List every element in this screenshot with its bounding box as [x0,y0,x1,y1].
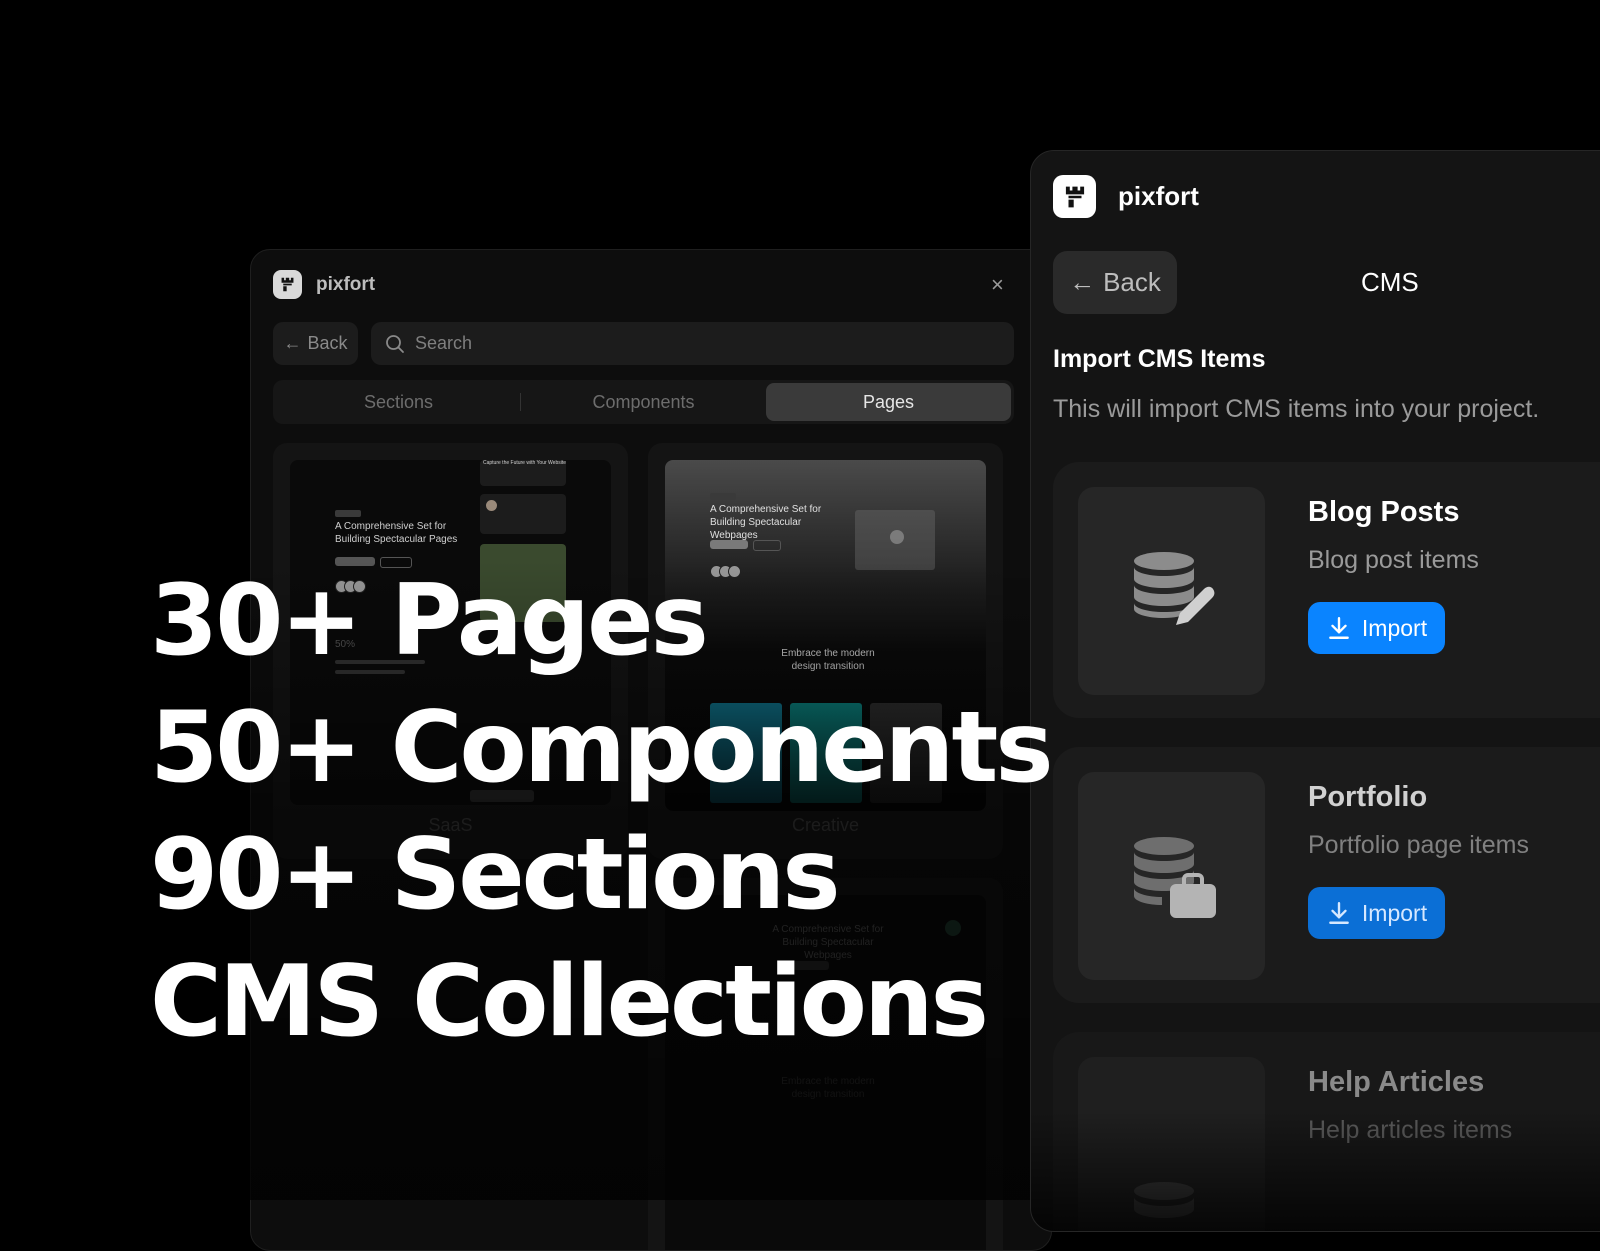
cms-page-title: CMS [1361,267,1419,297]
close-icon[interactable]: × [991,272,1004,298]
headline-line-pages: 30+ Pages [150,564,709,678]
library-search-input[interactable]: Search [371,322,1014,365]
library-tabs: Sections Components Pages [273,380,1014,424]
tab-pages[interactable]: Pages [766,383,1011,421]
tab-components[interactable]: Components [521,383,766,421]
thumbnail-sub-title: Embrace the modern design transition [781,1076,875,1100]
import-button-label: Import [1361,614,1428,641]
cms-item-help-articles: Help Articles Help articles items [1053,1032,1600,1231]
headline-line-sections: 90+ Sections [150,818,841,932]
import-button-label: Import [1361,899,1428,926]
cms-header: pixfort [1053,175,1199,218]
cms-item-icon-box [1078,487,1265,695]
thumbnail-title: A Comprehensive Set for Building Spectac… [335,521,458,545]
import-blog-posts-button[interactable]: Import [1308,602,1445,654]
cms-item-blog-posts: Blog Posts Blog post items Import [1053,462,1600,718]
arrow-left-icon: ← [1069,267,1096,297]
cms-back-label: Back [1103,267,1161,297]
headline-line-components: 50+ Components [150,691,1054,805]
cms-item-description: Blog post items [1308,546,1479,574]
headline-line-cms: CMS Collections [150,945,989,1059]
cms-item-name: Help Articles [1308,1066,1485,1098]
cms-item-icon-box [1078,1057,1265,1231]
library-brand: pixfort [316,273,376,295]
database-briefcase-icon [1133,837,1216,918]
thumbnail-title: A Comprehensive Set for Building Spectac… [710,504,822,541]
cms-heading: Import CMS Items [1053,345,1266,373]
download-icon [1329,617,1349,639]
library-search-placeholder: Search [415,333,473,353]
library-back-label: Back [307,333,348,353]
pixfort-logo-icon [273,270,302,299]
cms-item-name: Blog Posts [1308,496,1460,528]
thumbnail-side-text: Capture the Future with Your Website [483,460,567,466]
cms-panel: pixfort ← Back CMS Import CMS Items This… [1030,150,1600,1232]
search-icon [386,334,404,353]
cms-subtitle: This will import CMS items into your pro… [1053,395,1540,423]
cms-brand: pixfort [1118,181,1199,211]
database-help-icon [1133,1182,1194,1218]
cms-item-portfolio: Portfolio Portfolio page items Import [1053,747,1600,1003]
cms-item-description: Help articles items [1308,1116,1513,1144]
library-header: pixfort [273,270,375,299]
download-icon [1329,902,1349,924]
cms-item-description: Portfolio page items [1308,831,1529,859]
library-back-button[interactable]: ← Back [273,322,358,365]
cms-item-name: Portfolio [1308,781,1428,813]
import-portfolio-button[interactable]: Import [1308,887,1445,939]
cms-back-button[interactable]: ← Back [1053,251,1177,314]
feature-headline: 30+ Pages 50+ Components 90+ Sections CM… [150,558,1054,1066]
database-pencil-icon [1133,552,1214,625]
tab-sections[interactable]: Sections [276,383,521,421]
cms-item-icon-box [1078,772,1265,980]
arrow-left-icon: ← [283,333,302,353]
pixfort-logo-icon [1053,175,1096,218]
